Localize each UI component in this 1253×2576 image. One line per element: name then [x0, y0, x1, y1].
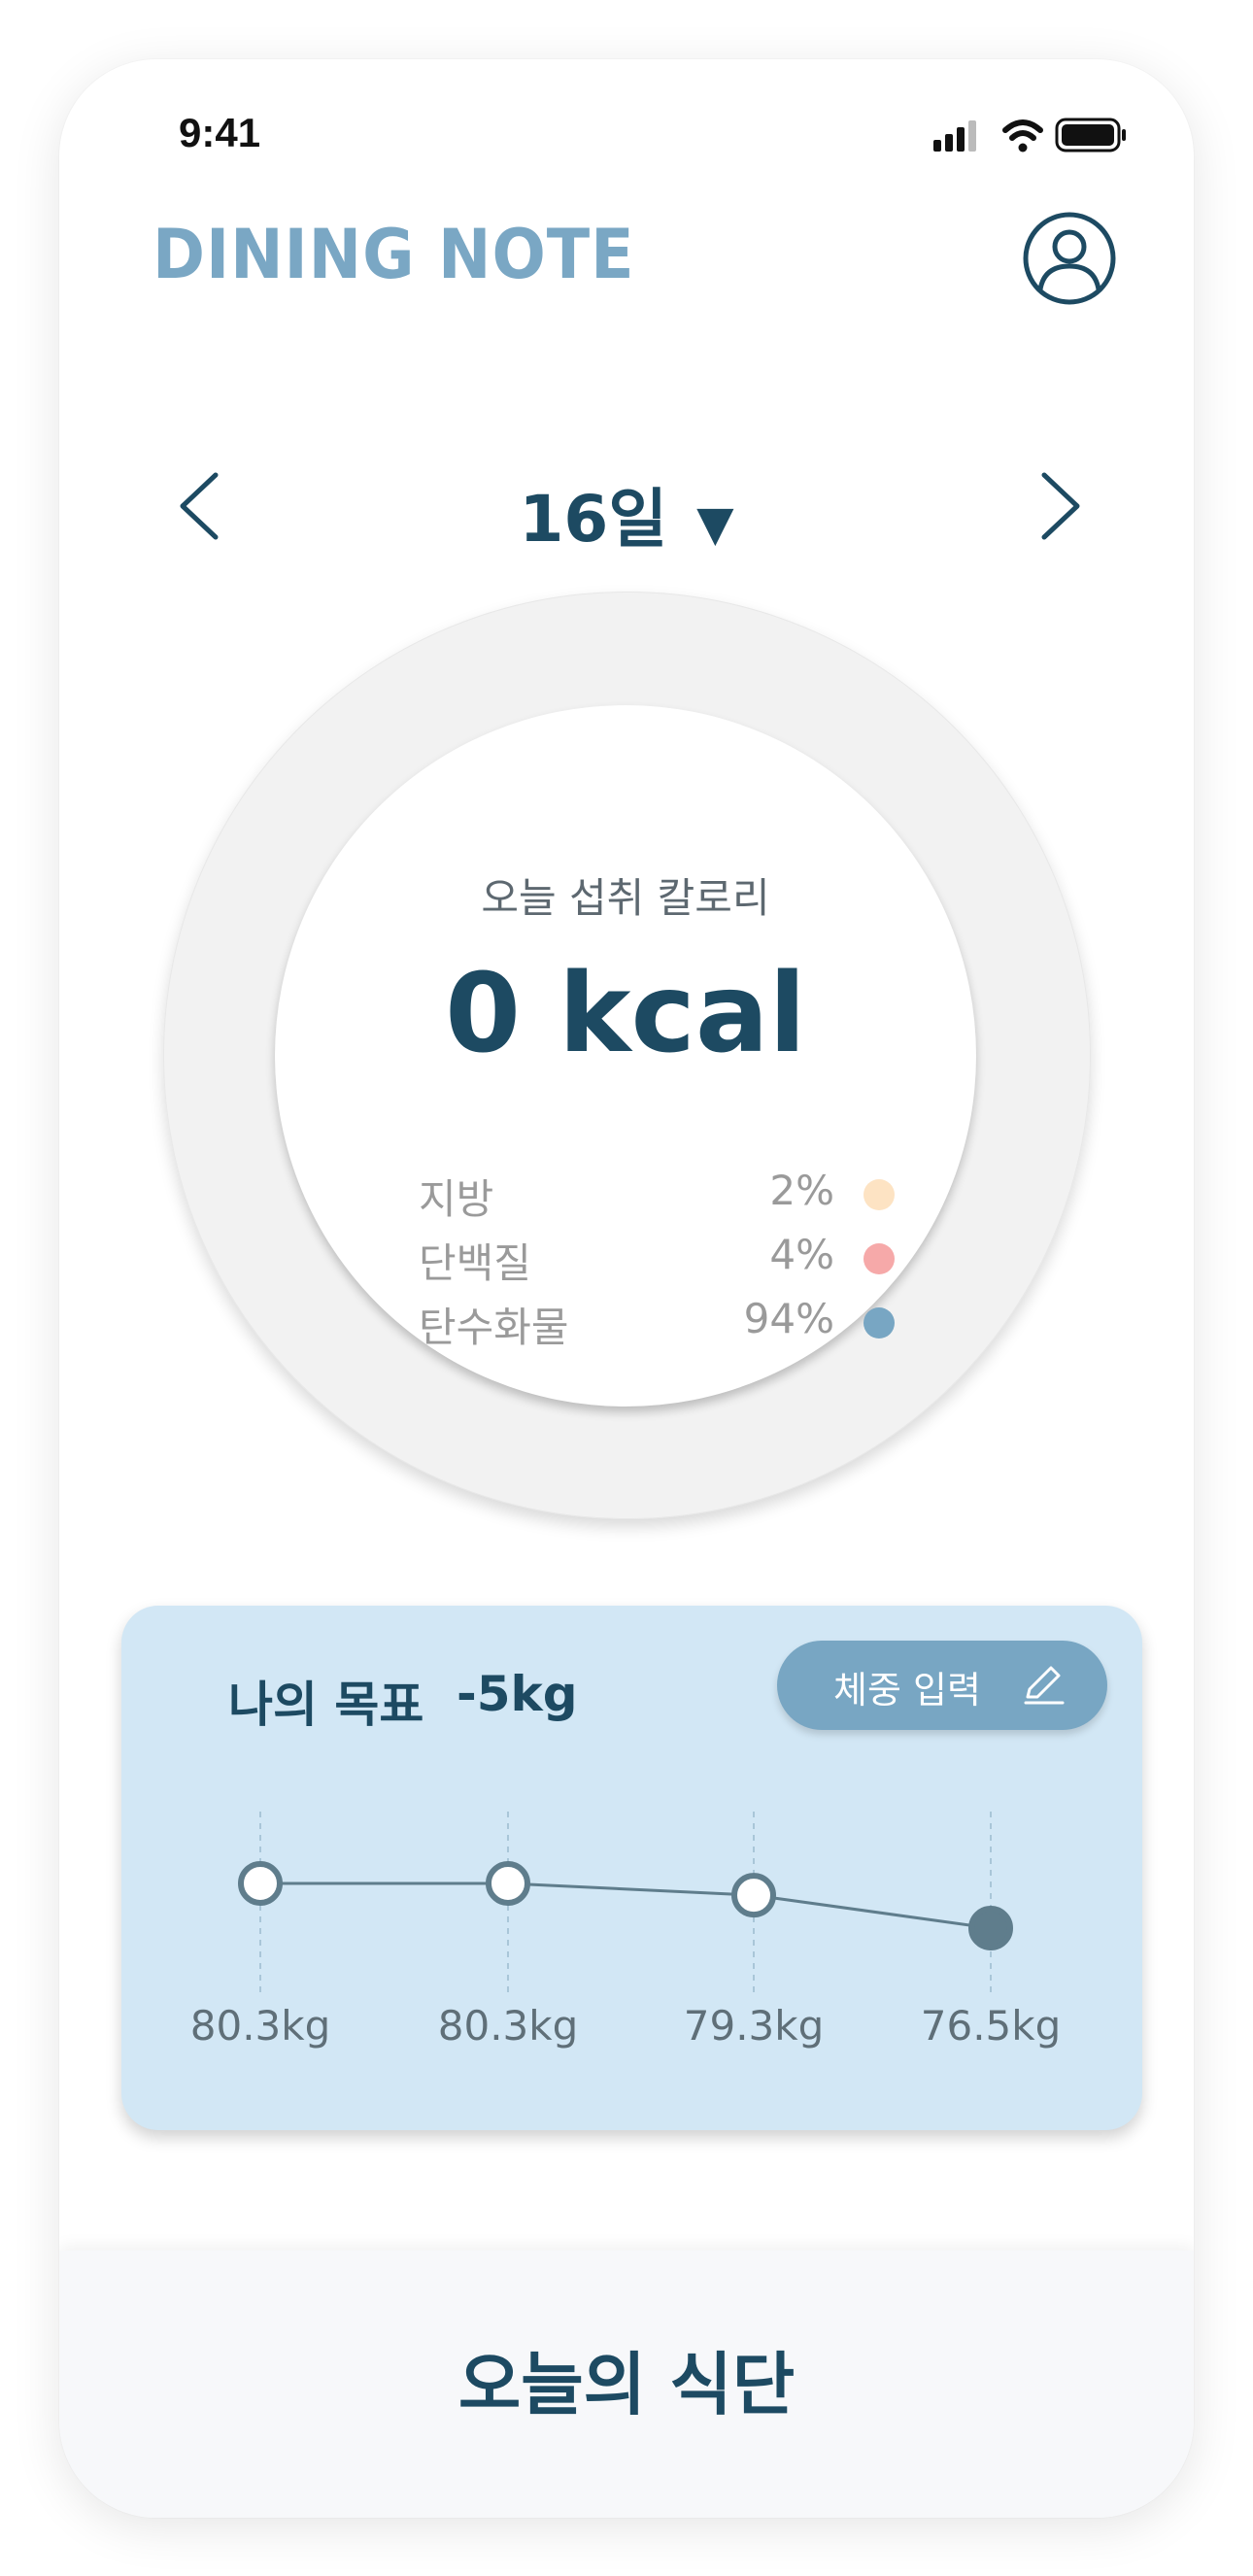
weight-series-line — [260, 1881, 992, 1930]
date-selector[interactable]: 16일 ▼ — [59, 467, 1194, 560]
wifi-icon — [1002, 119, 1043, 153]
macro-row-carbs: 탄수화물 94% — [419, 1295, 895, 1353]
goal-card: 나의 목표 -5kg 체중 입력 80.3kg 80.3kg 79.3kg 76.5k… — [121, 1606, 1142, 2130]
macro-percent: 94% — [743, 1295, 834, 1342]
macro-name: 단백질 — [419, 1239, 531, 1287]
status-icons — [933, 113, 1137, 165]
caret-down-icon[interactable]: ▼ — [696, 495, 733, 552]
next-day-button[interactable] — [1031, 467, 1089, 545]
todays-meal-panel: 오늘의 식단 — [59, 2251, 1194, 2518]
calorie-value: 0 kcal — [445, 951, 806, 1077]
battery-icon — [1055, 118, 1126, 153]
weight-data-point[interactable] — [968, 1906, 1013, 1950]
weight-value-label: 80.3kg — [190, 2002, 331, 2050]
weight-value-label: 80.3kg — [438, 2002, 579, 2050]
date-label: 16일 — [519, 482, 668, 557]
status-time: 9:41 — [179, 110, 261, 155]
chevron-right-icon — [1041, 472, 1080, 540]
weight-line-chart: 80.3kg 80.3kg 79.3kg 76.5kg — [190, 1812, 1062, 2050]
macro-name: 지방 — [419, 1175, 494, 1223]
macro-percent: 4% — [769, 1231, 834, 1278]
macro-name: 탄수화물 — [419, 1304, 569, 1351]
weight-value-label: 76.5kg — [921, 2002, 1062, 2050]
phone-frame: 9:41 DINING NOTE 16일 ▼ 오늘 섭취 칼로리 0 kcal … — [59, 59, 1194, 2518]
calorie-caption: 오늘 섭취 칼로리 — [481, 874, 770, 922]
weight-value-label: 79.3kg — [684, 2002, 825, 2050]
status-bar: 9:41 — [59, 59, 1194, 205]
signal-icon — [933, 120, 976, 152]
todays-meal-title[interactable]: 오늘의 식단 — [59, 2330, 1194, 2428]
macro-color-dot — [864, 1179, 895, 1210]
macro-row-fat: 지방 2% — [419, 1167, 895, 1225]
date-navigator: 16일 ▼ — [59, 448, 1194, 564]
weight-data-point[interactable] — [238, 1861, 283, 1906]
user-profile-icon — [1023, 212, 1116, 305]
profile-button[interactable] — [1021, 210, 1118, 307]
app-logo: DINING NOTE — [152, 215, 635, 294]
macro-color-dot — [864, 1243, 895, 1274]
weight-data-point[interactable] — [486, 1861, 530, 1906]
weight-data-point[interactable] — [731, 1873, 776, 1918]
macro-percent: 2% — [769, 1167, 834, 1214]
macro-color-dot — [864, 1307, 895, 1339]
macro-row-protein: 단백질 4% — [419, 1231, 895, 1289]
